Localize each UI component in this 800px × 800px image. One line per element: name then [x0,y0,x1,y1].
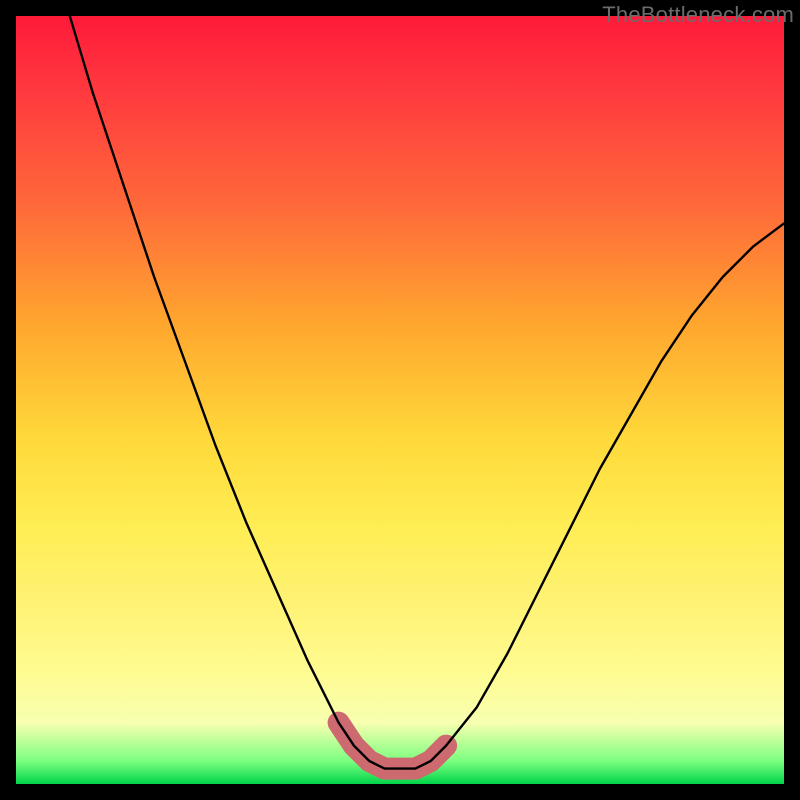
chart-plot-area [16,16,784,784]
chart-svg [16,16,784,784]
bottleneck-curve [70,16,784,769]
watermark-text: TheBottleneck.com [602,2,794,28]
